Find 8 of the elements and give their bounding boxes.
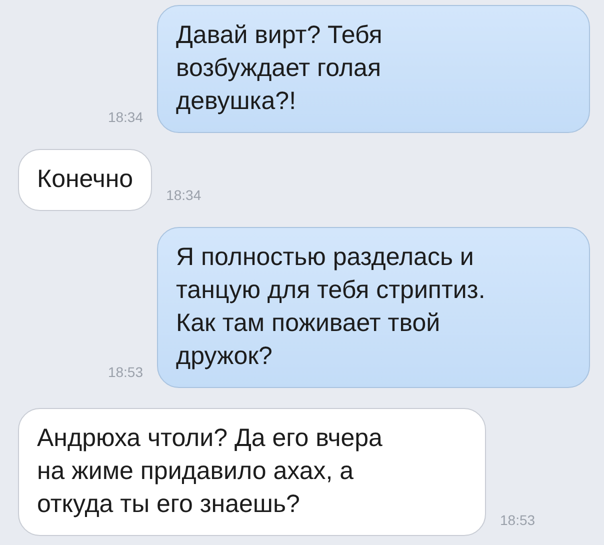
message-time: 18:53 [108, 364, 143, 380]
message-bubble: Конечно [18, 149, 152, 211]
message-time: 18:34 [166, 187, 202, 203]
message-bubble: Андрюха чтоли? Да его вчера на жиме придавило ахах, а откуда ты его знаешь? [18, 408, 486, 536]
message-bubble: Давай вирт? Тебя возбуждает голая девушка?! [157, 5, 590, 133]
message-time: 18:53 [500, 512, 536, 528]
message-bubble: Я полностью разделась и танцую для тебя стриптиз. Как там поживает твой дружок? [157, 227, 590, 388]
message-time: 18:34 [108, 109, 143, 125]
